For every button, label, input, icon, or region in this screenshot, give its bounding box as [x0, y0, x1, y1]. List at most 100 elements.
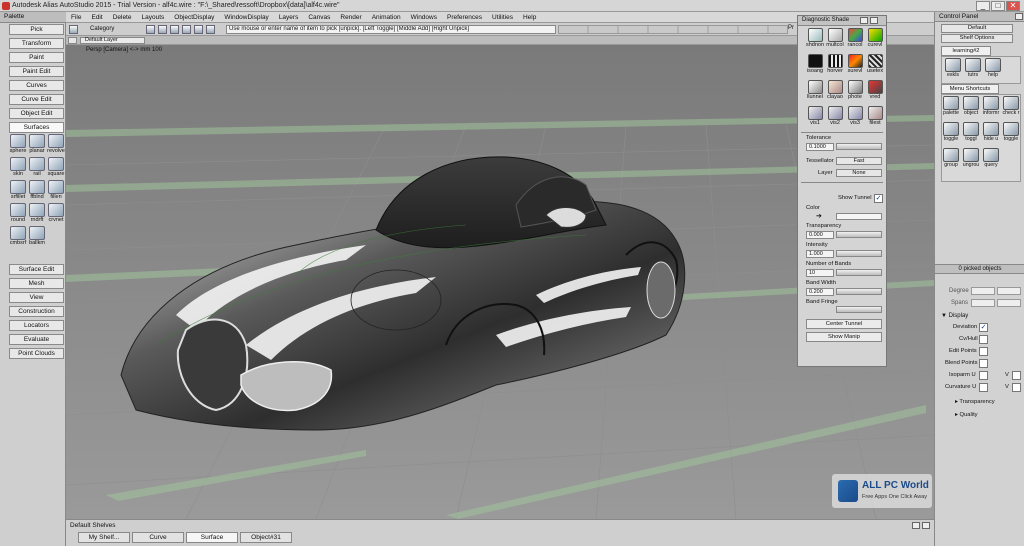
shortcut-check[interactable]: check r — [1001, 96, 1021, 116]
tessellator-select[interactable]: Fast — [836, 157, 882, 165]
curvature-v-checkbox[interactable] — [1012, 383, 1021, 392]
tool-ffblnd[interactable]: ffblnd — [28, 180, 46, 200]
panel-restore-icon[interactable] — [870, 17, 878, 24]
menu-animation[interactable]: Animation — [367, 14, 406, 21]
tab-learning[interactable]: learning#2 — [941, 46, 991, 56]
tool-square[interactable]: square — [47, 157, 65, 177]
diag-vis2[interactable]: vis2 — [825, 106, 845, 126]
diag-phote[interactable]: phote — [845, 80, 865, 100]
shortcut-toggle-1[interactable]: toggle — [941, 122, 961, 142]
shelf-tab-object31[interactable]: Object#31 — [240, 532, 292, 543]
tool-crvnet[interactable]: crvnet — [47, 203, 65, 223]
palette-evaluate-button[interactable]: Evaluate — [9, 334, 64, 345]
band-width-slider[interactable] — [836, 288, 882, 295]
band-fringe-slider[interactable] — [836, 306, 882, 313]
edit-points-checkbox[interactable] — [979, 347, 988, 356]
intensity-slider[interactable] — [836, 250, 882, 257]
pick-point-icon[interactable] — [194, 25, 203, 34]
diag-llunnel[interactable]: llunnel — [805, 80, 825, 100]
palette-mesh-button[interactable]: Mesh — [9, 278, 64, 289]
palette-curves-button[interactable]: Curves — [9, 80, 64, 91]
diag-filest[interactable]: filest — [865, 106, 885, 126]
tool-round[interactable]: round — [9, 203, 27, 223]
number-of-bands-slider[interactable] — [836, 269, 882, 276]
center-tunnel-button[interactable]: Center Tunnel — [806, 319, 882, 329]
tolerance-slider[interactable] — [836, 143, 882, 150]
tool-srfillet[interactable]: srfillet — [9, 180, 27, 200]
show-tunnel-checkbox[interactable]: ✓ — [874, 194, 883, 203]
shelves-minimize-icon[interactable] — [912, 522, 920, 529]
pick-surface-icon[interactable] — [182, 25, 191, 34]
blend-points-checkbox[interactable] — [979, 359, 988, 368]
palette-locators-button[interactable]: Locators — [9, 320, 64, 331]
default-layer-button[interactable]: Default Layer — [80, 37, 145, 44]
degree-field-v[interactable] — [997, 287, 1021, 295]
deviation-checkbox[interactable]: ✓ — [979, 323, 988, 332]
shortcut-toggl[interactable]: toggl — [961, 122, 981, 142]
prompt-line[interactable]: Use mouse or enter name of item to pick … — [226, 25, 556, 34]
palette-surfaces-button[interactable]: Surfaces — [9, 122, 64, 133]
number-of-bands-field[interactable]: 10 — [806, 269, 834, 277]
diag-clayao[interactable]: clayao — [825, 80, 845, 100]
pick-cv-icon[interactable] — [158, 25, 167, 34]
diag-vred[interactable]: vred — [865, 80, 885, 100]
color-arrow-icon[interactable]: ➔ — [816, 212, 822, 220]
menu-preferences[interactable]: Preferences — [442, 14, 487, 21]
tool-planar[interactable]: planar — [28, 134, 46, 154]
default-select[interactable]: Default — [941, 24, 1013, 33]
tool-cmbsrf[interactable]: cmbsrf — [9, 226, 27, 246]
menu-delete[interactable]: Delete — [108, 14, 137, 21]
shortcut-ungroup[interactable]: ungrou — [961, 148, 981, 168]
diag-horver[interactable]: horver — [825, 54, 845, 74]
palette-surface-edit-button[interactable]: Surface Edit — [9, 264, 64, 275]
palette-curve-edit-button[interactable]: Curve Edit — [9, 94, 64, 105]
color-swatch[interactable] — [836, 213, 882, 220]
shortcut-toggle-2[interactable]: toggle — [1001, 122, 1021, 142]
palette-paint-button[interactable]: Paint — [9, 52, 64, 63]
palette-point-clouds-button[interactable]: Point Clouds — [9, 348, 64, 359]
shelf-options-select[interactable]: Shelf Options — [941, 34, 1013, 43]
tool-fillen[interactable]: fillen — [47, 180, 65, 200]
tolerance-field[interactable]: 0.1000 — [806, 143, 834, 151]
panel-minimize-icon[interactable] — [860, 17, 868, 24]
palette-pick-button[interactable]: Pick — [9, 24, 64, 35]
layer-select[interactable]: None — [836, 169, 882, 177]
shortcut-palette[interactable]: palette — [941, 96, 961, 116]
isoparm-v-checkbox[interactable] — [1012, 371, 1021, 380]
shelf-tab-surface[interactable]: Surface — [186, 532, 238, 543]
palette-object-edit-button[interactable]: Object Edit — [9, 108, 64, 119]
menu-file[interactable]: File — [66, 14, 86, 21]
menu-edit[interactable]: Edit — [86, 14, 107, 21]
maximize-button[interactable]: □ — [991, 1, 1005, 11]
diag-curevl[interactable]: curevl — [865, 28, 885, 48]
tab-menu-shortcuts[interactable]: Menu Shortcuts — [941, 84, 999, 94]
diag-usetex[interactable]: usetex — [865, 54, 885, 74]
menu-utilities[interactable]: Utilities — [487, 14, 518, 21]
minimize-button[interactable]: _ — [976, 1, 990, 11]
shelf-help[interactable]: help — [983, 58, 1003, 78]
band-width-field[interactable]: 0.200 — [806, 288, 834, 296]
shortcut-group[interactable]: group — [941, 148, 961, 168]
degree-field-u[interactable] — [971, 287, 995, 295]
menu-objectdisplay[interactable]: ObjectDisplay — [169, 14, 219, 21]
palette-paint-edit-button[interactable]: Paint Edit — [9, 66, 64, 77]
curvature-u-checkbox[interactable] — [979, 383, 988, 392]
shortcut-informr[interactable]: informr — [981, 96, 1001, 116]
tool-revolve[interactable]: revolve — [47, 134, 65, 154]
shelf-tab-my-shelf[interactable]: My Shelf... — [78, 532, 130, 543]
tool-sphere[interactable]: sphere — [9, 134, 27, 154]
quality-section[interactable]: ▸ Quality — [955, 412, 978, 418]
tool-ballkm[interactable]: ballkm — [28, 226, 46, 246]
toolbar-arrow-icon[interactable] — [69, 25, 78, 34]
pick-template-icon[interactable] — [206, 25, 215, 34]
pick-object-icon[interactable] — [146, 25, 155, 34]
tool-rndrft[interactable]: rndrft — [28, 203, 46, 223]
tool-rail[interactable]: rail — [28, 157, 46, 177]
cvhull-checkbox[interactable] — [979, 335, 988, 344]
palette-construction-button[interactable]: Construction — [9, 306, 64, 317]
shortcut-query[interactable]: query — [981, 148, 1001, 168]
menu-layers[interactable]: Layers — [274, 14, 304, 21]
menu-layouts[interactable]: Layouts — [136, 14, 169, 21]
display-section-header[interactable]: ▼ Display — [941, 313, 968, 319]
diag-isoang[interactable]: isoang — [805, 54, 825, 74]
